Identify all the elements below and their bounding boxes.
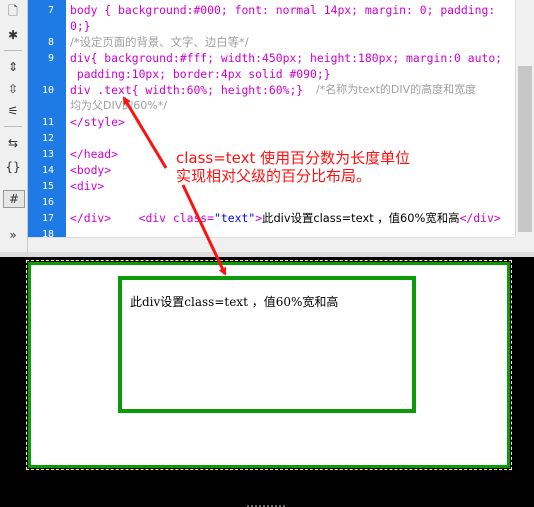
line-number: 14 bbox=[41, 165, 54, 176]
expand-icon[interactable]: ⇕ bbox=[3, 58, 23, 76]
preview-text-div: 此div设置class=text ，值60%宽和高 bbox=[118, 276, 416, 413]
line-number: 11 bbox=[41, 117, 54, 128]
preview-parent-div: 此div设置class=text ，值60%宽和高 bbox=[26, 260, 512, 470]
editor-toolbar: 🗋 ✱ ⇕ ⇳ ⚟ ⇆ {} # » bbox=[0, 0, 28, 256]
toolbar-divider bbox=[4, 126, 22, 127]
split-icon[interactable]: ⚟ bbox=[3, 102, 23, 120]
code-line: </style> bbox=[70, 115, 125, 129]
live-preview-pane: 此div设置class=text ，值60%宽和高 bbox=[0, 257, 534, 476]
preview-text: 此div设置class=text ，值60%宽和高 bbox=[130, 295, 339, 309]
code-line: <div class="text">此div设置class=text ，值60%… bbox=[70, 194, 501, 237]
annotation-line: class=text 使用百分数为长度单位 bbox=[176, 149, 411, 167]
line-number: 9 bbox=[47, 53, 54, 64]
scrollbar-thumb[interactable] bbox=[518, 66, 532, 232]
document-icon[interactable]: 🗋 bbox=[3, 2, 23, 20]
line-number: 15 bbox=[41, 181, 54, 192]
braces-icon[interactable]: {} bbox=[3, 158, 23, 176]
line-number: 8 bbox=[47, 37, 54, 48]
line-number-gutter: 7 8 9 10 11 12 13 14 15 16 17 18 bbox=[28, 0, 66, 240]
indent-icon[interactable]: ⇆ bbox=[3, 134, 23, 152]
annotation-line: 实现相对父级的百分比布局。 bbox=[176, 167, 372, 185]
line-number: 17 bbox=[41, 213, 54, 224]
line-number: 16 bbox=[41, 197, 54, 208]
code-line: </head> bbox=[70, 147, 119, 161]
code-line: 0;} bbox=[70, 19, 91, 33]
code-line: padding:10px; border:4px solid #090;} bbox=[70, 67, 331, 81]
toolbar-divider bbox=[4, 50, 22, 51]
collapse-icon[interactable]: ⇳ bbox=[3, 80, 23, 98]
line-number: 12 bbox=[41, 133, 54, 144]
format-icon[interactable]: # bbox=[3, 190, 25, 208]
code-attribute-value: "text" bbox=[214, 211, 256, 225]
code-tag: </div> bbox=[459, 211, 501, 225]
line-number: 13 bbox=[41, 149, 54, 160]
gear-icon[interactable]: ✱ bbox=[3, 26, 23, 44]
code-text: 此div设置class=text ，值60%宽和高 bbox=[262, 211, 460, 225]
code-line: div{ background:#fff; width:450px; heigh… bbox=[70, 51, 503, 65]
code-line: </div> bbox=[70, 211, 112, 225]
code-line: body { background:#000; font: normal 14p… bbox=[70, 3, 496, 17]
code-comment: /*设定页面的背景、文字、边白等*/ bbox=[70, 35, 249, 49]
code-comment: 均为父DIV的60%*/ bbox=[70, 99, 167, 112]
line-number: 10 bbox=[41, 85, 54, 96]
code-editor-pane: 🗋 ✱ ⇕ ⇳ ⚟ ⇆ {} # » 7 8 9 10 11 12 13 14 … bbox=[0, 0, 534, 257]
code-tag: <div class= bbox=[111, 211, 215, 225]
line-number: 7 bbox=[47, 5, 54, 16]
code-area[interactable]: body { background:#000; font: normal 14p… bbox=[70, 0, 514, 237]
annotation-note: class=text 使用百分数为长度单位 实现相对父级的百分比布局。 bbox=[176, 149, 446, 185]
code-line: <div> bbox=[70, 179, 105, 193]
more-icon[interactable]: » bbox=[3, 226, 23, 244]
code-comment: /*名称为text的DIV的高度和宽度 bbox=[316, 83, 477, 96]
vertical-scrollbar[interactable] bbox=[515, 0, 534, 237]
code-line: <body> bbox=[70, 163, 112, 177]
code-line: div .text{ width:60%; height:60%;} bbox=[70, 83, 304, 97]
